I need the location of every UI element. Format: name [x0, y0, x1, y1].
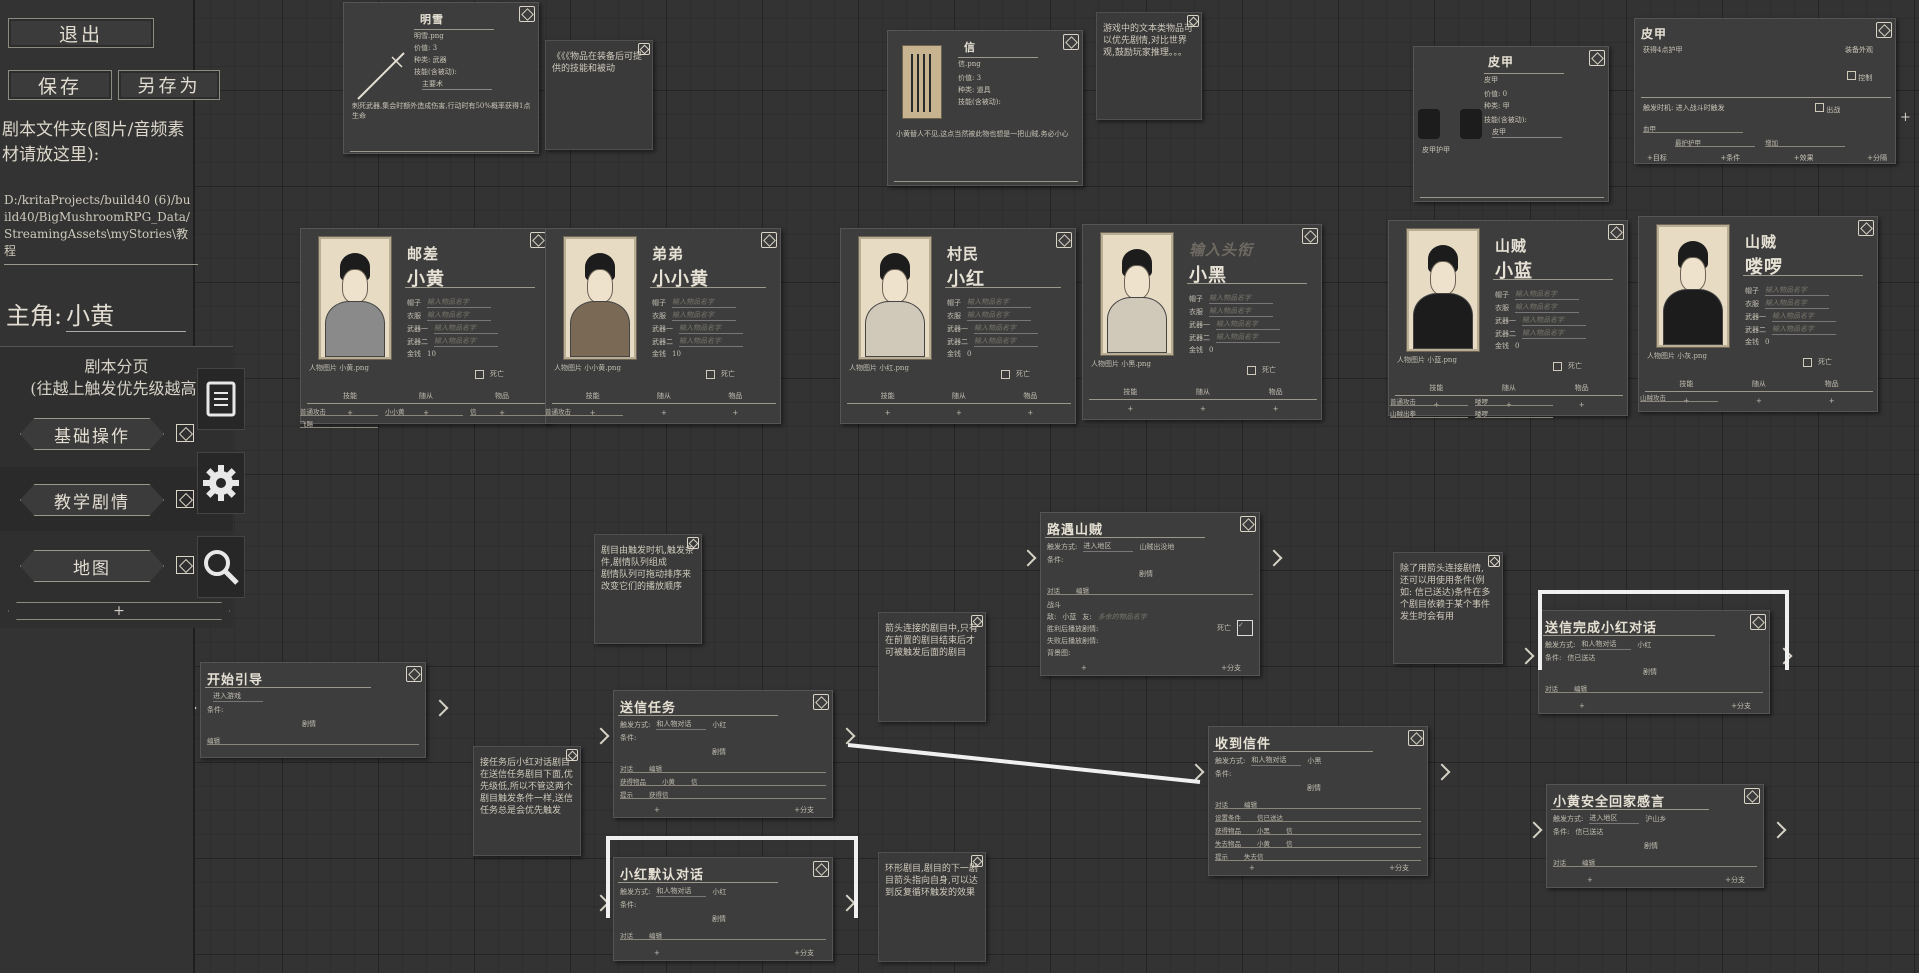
loop-link-default [606, 836, 858, 918]
settings-button[interactable] [197, 452, 245, 514]
pin-icon[interactable] [176, 490, 194, 508]
folder-path[interactable]: D:/kritaProjects/build40 (6)/build40/Big… [4, 192, 194, 260]
page-map[interactable]: 地图 [12, 544, 172, 588]
page-tutorial-plot[interactable]: 教学剧情 [12, 478, 172, 522]
exit-button[interactable]: 退出 [8, 18, 154, 48]
save-as-button[interactable]: 另存为 [118, 70, 220, 100]
search-button[interactable] [197, 536, 245, 598]
page-basic-ops[interactable]: 基础操作 [12, 412, 172, 456]
folder-hint: 剧本文件夹(图片/音频素材请放这里): [2, 120, 185, 165]
gear-icon [203, 465, 239, 501]
story-canvas[interactable]: 明雪 明雪.png 价值: 3 种类: 武器 技能(含被动): 主要术 刺死武器… [0, 0, 1919, 973]
protagonist-row: 主角: 小黄 [6, 296, 187, 332]
plot-connections [606, 590, 1789, 918]
save-button[interactable]: 保存 [8, 70, 112, 100]
protagonist-input[interactable]: 小黄 [66, 296, 187, 332]
protagonist-label: 主角: [6, 302, 63, 330]
search-icon [204, 550, 239, 585]
link-send-to-receive [847, 743, 1201, 784]
sidebar: 退出 保存 另存为 剧本文件夹(图片/音频素材请放这里): D:/kritaPr… [0, 0, 233, 973]
pin-icon[interactable] [176, 556, 194, 574]
pin-icon[interactable] [176, 424, 194, 442]
book-button[interactable] [197, 368, 245, 430]
add-page-button[interactable]: + [8, 602, 230, 620]
book-icon [206, 381, 236, 417]
loop-link-complete [1538, 590, 1789, 670]
